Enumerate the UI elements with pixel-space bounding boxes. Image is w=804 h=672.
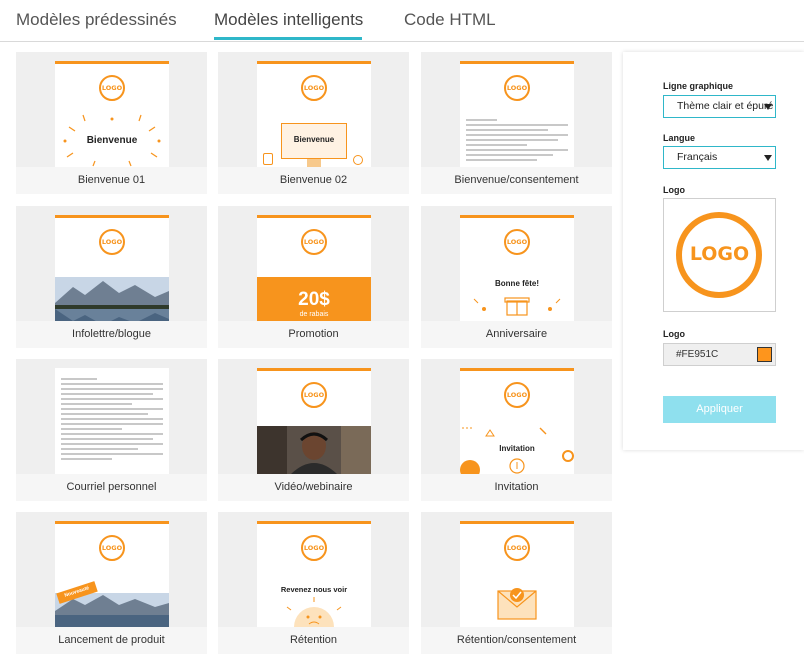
sad-sun-illustration: [286, 597, 342, 627]
logo-preview-text: LOGO: [689, 243, 750, 265]
chevron-down-icon: [764, 155, 772, 161]
apply-button[interactable]: Appliquer: [663, 396, 776, 423]
template-card-retention-consentement[interactable]: LOGO Rétention/consentement: [421, 512, 612, 654]
template-label: Lancement de produit: [16, 627, 207, 654]
logo-placeholder: LOGO: [504, 75, 530, 101]
template-label: Rétention/consentement: [421, 627, 612, 654]
tab-html-code[interactable]: Code HTML: [404, 10, 496, 30]
template-thumbnail: LOGO: [55, 215, 169, 321]
template-label: Bienvenue 01: [16, 167, 207, 194]
template-card-bienvenue-consentement[interactable]: LOGO Bienvenue/consentement: [421, 52, 612, 194]
template-thumbnail: LOGO: [257, 368, 371, 474]
logo-placeholder: LOGO: [301, 535, 327, 561]
template-card-invitation[interactable]: LOGO Invitation Invitation: [421, 359, 612, 501]
confetti-illustration: [63, 114, 161, 167]
language-value: Français: [677, 151, 718, 163]
thumb-headline: Revenez nous voir: [280, 585, 348, 594]
template-label: Courriel personnel: [16, 474, 207, 501]
gift-illustration: [473, 297, 561, 316]
graphic-line-select[interactable]: Thème clair et épuré: [663, 95, 776, 118]
template-label: Invitation: [421, 474, 612, 501]
template-thumbnail: [55, 368, 169, 474]
envelope-check-icon: [497, 588, 537, 620]
logo-label: Logo: [663, 185, 685, 195]
template-thumbnail: LOGO Bonne fête!: [460, 215, 574, 321]
logo-placeholder: LOGO: [301, 75, 327, 101]
thumb-headline: Invitation: [499, 444, 535, 453]
language-select[interactable]: Français: [663, 146, 776, 169]
thumb-headline: Bonne fête!: [495, 279, 539, 288]
tab-smart-templates[interactable]: Modèles intelligents: [214, 10, 363, 30]
template-card-bienvenue-01[interactable]: LOGO Bienvenue Bienvenue 01: [16, 52, 207, 194]
template-label: Anniversaire: [421, 321, 612, 348]
active-tab-indicator: [214, 37, 362, 40]
template-thumbnail: LOGO Bienvenue: [257, 61, 371, 167]
language-label: Langue: [663, 133, 696, 143]
chevron-down-icon: [764, 104, 772, 110]
template-thumbnail: LOGO: [460, 61, 574, 167]
template-thumbnail: LOGO 20$ de rabais: [257, 215, 371, 321]
template-label: Vidéo/webinaire: [218, 474, 409, 501]
template-card-bienvenue-02[interactable]: LOGO Bienvenue Bienvenue 02: [218, 52, 409, 194]
template-card-retention[interactable]: LOGO Revenez nous voir Rétention: [218, 512, 409, 654]
template-card-infolettre-blogue[interactable]: LOGO Infolettre/blogue: [16, 206, 207, 348]
promo-amount: 20$: [298, 289, 330, 310]
logo-placeholder: LOGO: [504, 535, 530, 561]
template-label: Bienvenue 02: [218, 167, 409, 194]
template-card-video-webinaire[interactable]: LOGO Vidéo/webinaire: [218, 359, 409, 501]
template-thumbnail: LOGO Invitation: [460, 368, 574, 474]
template-thumbnail: LOGO Nouveauté: [55, 521, 169, 627]
template-card-anniversaire[interactable]: LOGO Bonne fête! Anniversaire: [421, 206, 612, 348]
tab-predesigned-templates[interactable]: Modèles prédessinés: [16, 10, 177, 30]
template-thumbnail: LOGO Revenez nous voir: [257, 521, 371, 627]
cup-icon: [353, 155, 363, 165]
logo-placeholder: LOGO: [99, 229, 125, 255]
logo-placeholder: LOGO: [301, 229, 327, 255]
promo-subline: de rabais: [299, 311, 329, 318]
webinar-photo: [257, 426, 371, 474]
template-card-promotion[interactable]: LOGO 20$ de rabais Promotion: [218, 206, 409, 348]
logo-color-field[interactable]: #FE951C: [663, 343, 776, 366]
logo-color-label: Logo: [663, 329, 685, 339]
logo-upload-box[interactable]: LOGO: [663, 198, 776, 312]
template-label: Rétention: [218, 627, 409, 654]
text-lines: [61, 378, 163, 463]
thumb-headline: Bienvenue: [86, 135, 138, 146]
logo-placeholder: LOGO: [99, 535, 125, 561]
thumb-headline: Bienvenue: [293, 135, 335, 144]
plant-icon: [263, 153, 273, 165]
logo-placeholder: LOGO: [504, 229, 530, 255]
template-card-courriel-personnel[interactable]: Courriel personnel: [16, 359, 207, 501]
graphic-line-value: Thème clair et épuré: [677, 100, 774, 112]
template-label: Bienvenue/consentement: [421, 167, 612, 194]
settings-panel: Ligne graphique Thème clair et épuré Lan…: [623, 52, 804, 450]
color-swatch[interactable]: [757, 347, 772, 362]
logo-placeholder: LOGO: [301, 382, 327, 408]
template-thumbnail: LOGO: [460, 521, 574, 627]
template-label: Promotion: [218, 321, 409, 348]
graphic-line-label: Ligne graphique: [663, 81, 734, 91]
logo-color-value: #FE951C: [676, 349, 719, 360]
text-lines: [466, 119, 568, 164]
logo-placeholder: LOGO: [504, 382, 530, 408]
template-label: Infolettre/blogue: [16, 321, 207, 348]
mountain-lake-photo: [55, 277, 169, 321]
template-tabs: Modèles prédessinés Modèles intelligents…: [0, 0, 804, 42]
template-thumbnail: LOGO Bienvenue: [55, 61, 169, 167]
template-card-lancement-de-produit[interactable]: LOGO Nouveauté Lancement de produit: [16, 512, 207, 654]
